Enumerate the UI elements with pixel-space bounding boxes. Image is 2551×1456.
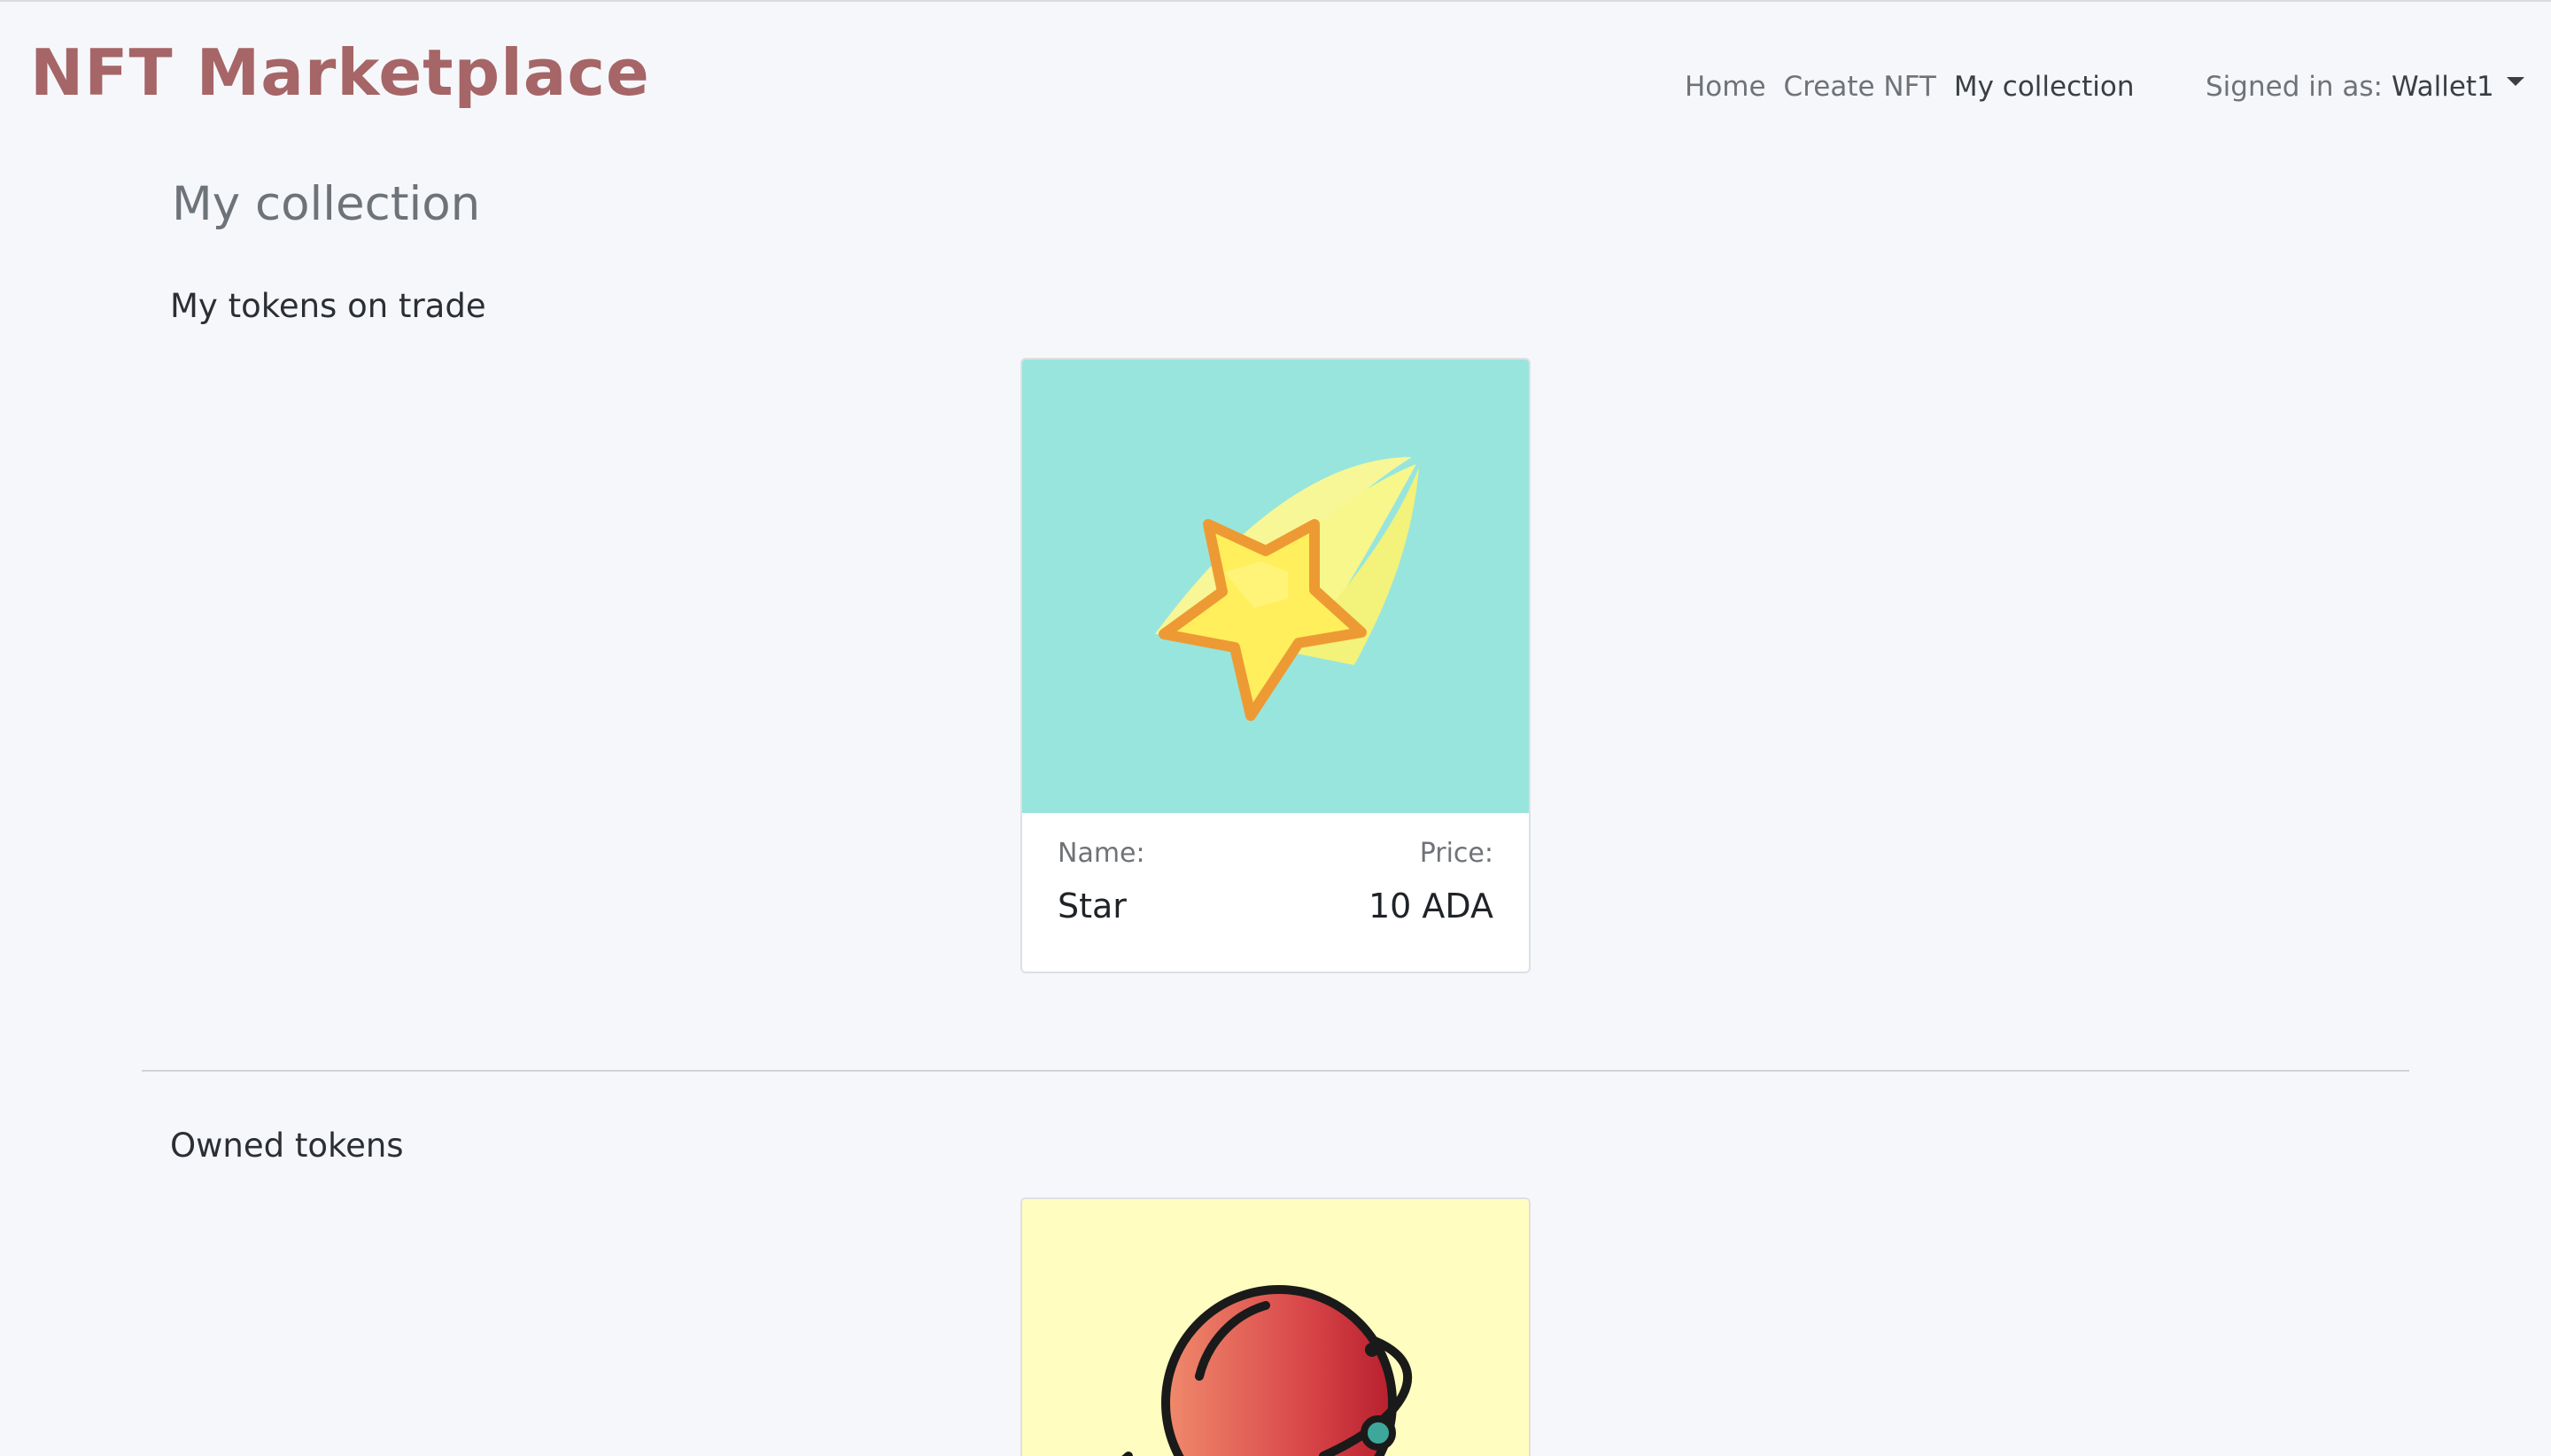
- page: NFT Marketplace Home Create NFT My colle…: [0, 0, 2551, 1456]
- wallet-name: Wallet1: [2391, 71, 2494, 103]
- nft-image[interactable]: [1022, 360, 1529, 813]
- section-divider: [142, 1070, 2409, 1072]
- nft-card-body: Name: Price: Star 10 ADA: [1022, 813, 1529, 972]
- caret-down-icon: [2506, 77, 2524, 86]
- nav-my-collection[interactable]: My collection: [1954, 71, 2135, 103]
- signed-in-label: Signed in as:: [2206, 71, 2383, 103]
- nav-create-nft[interactable]: Create NFT: [1784, 71, 1936, 103]
- nft-name: Star: [1058, 887, 1127, 925]
- nft-price: 10 ADA: [1368, 887, 1493, 925]
- shooting-star-icon: [1155, 457, 1419, 721]
- brand-logo[interactable]: NFT Marketplace: [30, 35, 650, 110]
- nft-image-owned[interactable]: [1022, 1199, 1529, 1456]
- section-heading-on-trade: My tokens on trade: [170, 287, 486, 325]
- price-label: Price:: [1419, 838, 1493, 869]
- nft-card-owned[interactable]: [1020, 1197, 1531, 1456]
- name-label: Name:: [1058, 838, 1145, 869]
- main-nav: Home Create NFT My collection: [1685, 71, 2135, 103]
- account-dropdown[interactable]: Signed in as: Wallet1: [2206, 71, 2524, 103]
- section-heading-owned: Owned tokens: [170, 1127, 404, 1165]
- nav-home[interactable]: Home: [1685, 71, 1766, 103]
- planet-icon: [1121, 1285, 1413, 1456]
- nft-card[interactable]: Name: Price: Star 10 ADA: [1020, 358, 1531, 973]
- page-title: My collection: [172, 177, 481, 231]
